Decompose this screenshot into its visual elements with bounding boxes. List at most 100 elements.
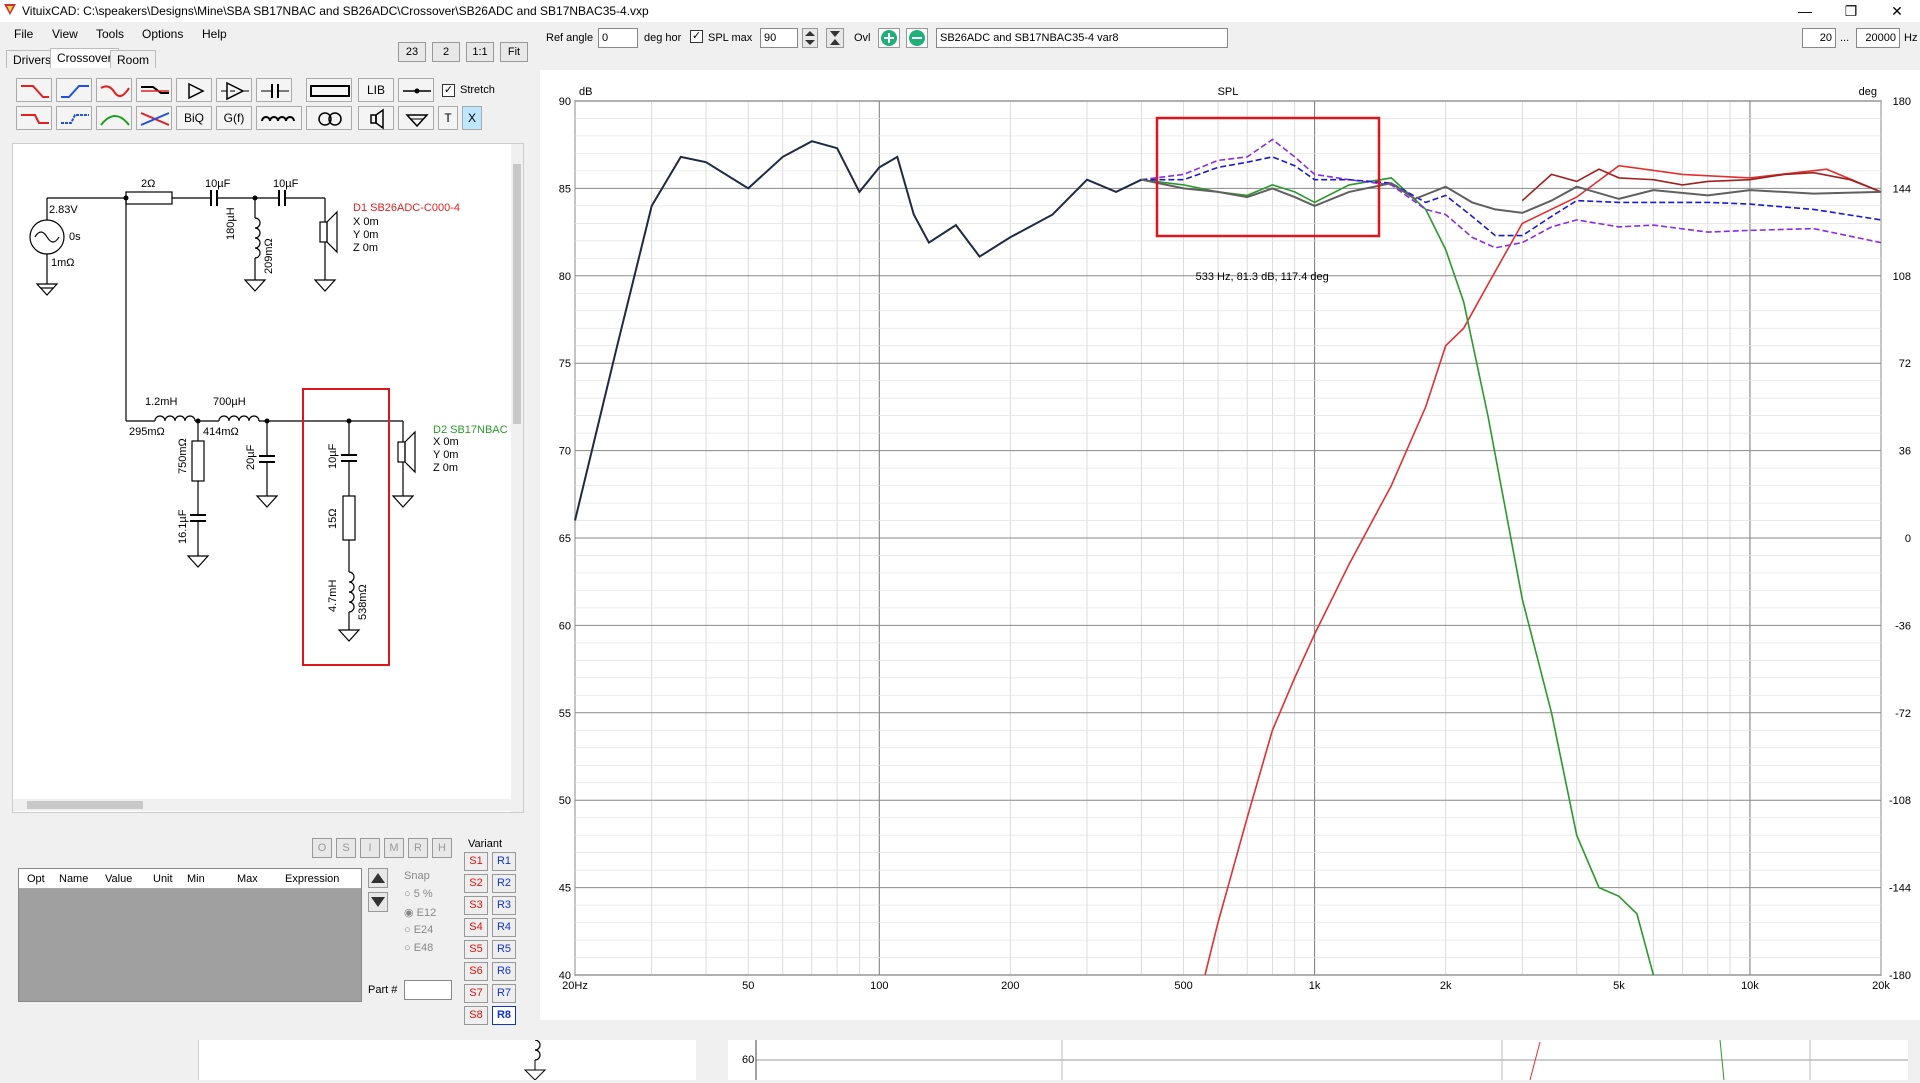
shelf-button[interactable] [136,78,172,102]
lowpass2-icon [21,114,49,124]
allpass-button[interactable] [136,106,172,130]
ref-angle-input[interactable] [598,28,638,48]
schematic-canvas[interactable]: 2.83V 0s 1mΩ 2Ω 10µF 10µF 180µH 209mΩ D1… [12,143,524,813]
transformer-button[interactable] [306,106,352,130]
biquad-label: BiQ [183,111,204,125]
overlay-add-button[interactable] [878,28,900,48]
resistor-button[interactable] [306,78,352,102]
variant-s6-button[interactable]: S6 [464,962,488,981]
spl-max-input[interactable] [760,28,798,48]
variant-s4-button[interactable]: S4 [464,918,488,937]
option-m-button[interactable]: M [384,838,404,858]
delete-button[interactable]: X [462,106,482,130]
freq-min-input[interactable] [1802,28,1836,48]
menu-options[interactable]: Options [142,27,183,41]
variant-r7-button[interactable]: R7 [492,984,516,1003]
stretch-checkbox[interactable]: ✓ [442,84,455,97]
part-number-input[interactable] [404,980,452,1000]
option-i-button[interactable]: I [360,838,380,858]
inductor-button[interactable] [256,106,302,130]
option-h-button[interactable]: H [432,838,452,858]
option-r-button[interactable]: R [408,838,428,858]
gain-function-button[interactable]: G(f) [216,106,252,130]
spl-max-checkbox[interactable]: ✓ [690,30,703,43]
tab-room[interactable]: Room [110,50,157,68]
option-s-button[interactable]: S [336,838,356,858]
y-right-tick-label: 108 [1893,271,1911,283]
y-tick-label: 70 [559,446,571,458]
variant-s2-button[interactable]: S2 [464,874,488,893]
snap-option-e12[interactable]: ◉ E12 [404,906,436,919]
snap-option-5pct[interactable]: ○ 5 % [404,888,433,900]
variant-s7-button[interactable]: S7 [464,984,488,1003]
variant-r2-button[interactable]: R2 [492,874,516,893]
zoom-2-button[interactable]: 2 [432,42,460,62]
vertical-scroll-thumb[interactable] [513,164,521,424]
variant-r1-button[interactable]: R1 [492,852,516,871]
spinner-updown-icon [805,31,815,45]
schematic-vertical-scrollbar[interactable] [511,144,523,812]
driver1-symbol [319,221,328,243]
buffer-button[interactable] [176,78,212,102]
restore-button[interactable]: ❐ [1828,0,1874,22]
highpass2-button[interactable] [56,106,92,130]
generator-wave-icon [34,231,60,243]
variant-s1-button[interactable]: S1 [464,852,488,871]
overlay-remove-button[interactable] [906,28,928,48]
parameter-table[interactable]: Opt Name Value Unit Min Max Expression [18,868,362,1002]
lowpass2-button[interactable] [16,106,52,130]
wire-button[interactable] [398,78,434,102]
variant-s8-button[interactable]: S8 [464,1006,488,1025]
snap-option-e24[interactable]: ○ E24 [404,924,433,936]
variant-s5-button[interactable]: S5 [464,940,488,959]
variant-r4-button[interactable]: R4 [492,918,516,937]
overlay-name-input[interactable] [936,28,1228,48]
close-button[interactable]: ✕ [1874,0,1920,22]
variant-r3-button[interactable]: R3 [492,896,516,915]
biquad-button[interactable]: BiQ [176,106,212,130]
horizontal-scroll-thumb[interactable] [27,801,143,809]
minus-circle-icon [909,30,925,46]
variant-r5-button[interactable]: R5 [492,940,516,959]
triangle-down-icon [371,897,385,907]
capacitor-button[interactable] [256,78,292,102]
menu-help[interactable]: Help [202,27,227,41]
lowpass-red-button[interactable] [16,78,52,102]
inductor-700uh [218,415,260,422]
highpass-icon [61,85,89,98]
option-o-button[interactable]: O [312,838,332,858]
gain-function-label: G(f) [223,111,245,125]
shelf-icon [141,86,169,94]
opamp-button[interactable] [216,78,252,102]
move-down-button[interactable] [368,892,388,912]
schematic-horizontal-scrollbar[interactable] [13,799,511,811]
ground-button[interactable] [398,106,434,130]
spl-graph-panel[interactable]: 20Hz 50 100 200 500 1k 2k 5k 10k 20k 40 45 50 55 60 65 7… [540,70,1920,1020]
variant-r8-button[interactable]: R8 [492,1006,516,1025]
tab-crossover[interactable]: Crossover [50,48,119,68]
zoom-1to1-button[interactable]: 1:1 [466,42,494,62]
menu-file[interactable]: File [14,27,33,41]
menu-tools[interactable]: Tools [96,27,124,41]
text-button[interactable]: T [438,106,458,130]
library-label: LIB [366,83,385,97]
col-max: Max [237,873,258,885]
woofer-l1-r-label: 295mΩ [129,426,165,438]
library-button[interactable]: LIB [358,78,394,102]
variant-r6-button[interactable]: R6 [492,962,516,981]
highpass-blue-button[interactable] [56,78,92,102]
variant-s3-button[interactable]: S3 [464,896,488,915]
spl-max-spinner[interactable] [802,28,818,48]
freq-max-input[interactable] [1856,28,1900,48]
menu-view[interactable]: View [52,27,78,41]
driver-button[interactable] [358,106,394,130]
move-up-button[interactable] [368,868,388,888]
minimize-button[interactable]: — [1782,0,1828,22]
tweeter-l1-r-label: 209mΩ [263,238,275,274]
bandpass-button[interactable] [96,106,132,130]
spl-auto-button[interactable] [826,28,844,48]
notch-red-button[interactable] [96,78,132,102]
zoom-23-button[interactable]: 23 [398,42,426,62]
zoom-fit-button[interactable]: Fit [500,42,528,62]
snap-option-e48[interactable]: ○ E48 [404,942,433,954]
